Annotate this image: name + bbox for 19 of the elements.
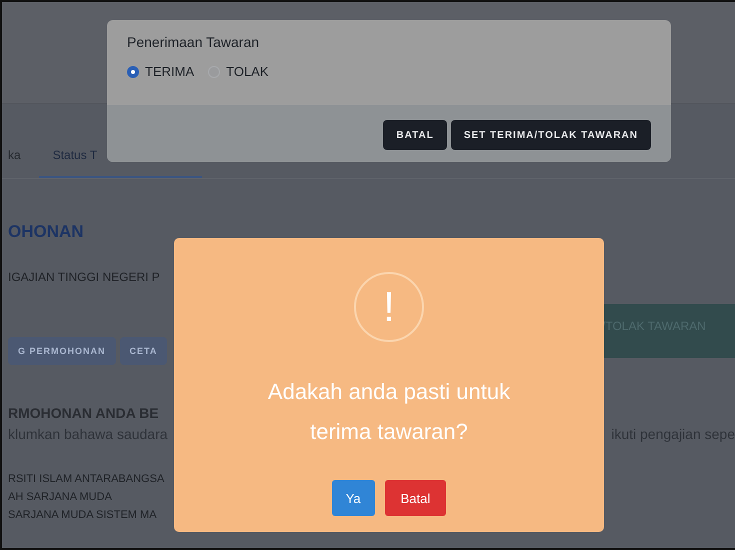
dialog-button[interactable]: Ya [332, 480, 375, 516]
dialog-button[interactable]: Batal [384, 480, 446, 516]
institution-name: IGAJIAN TINGGI NEGERI P [8, 270, 160, 284]
page-button[interactable]: G PERMOHONAN [8, 337, 116, 365]
radio-icon[interactable] [127, 66, 139, 78]
warning-icon: ! [354, 272, 424, 342]
detail-line: AH SARJANA MUDA [8, 490, 112, 505]
confirm-message: Adakah anda pasti untuk terima tawaran? [266, 378, 512, 446]
radio-label: TERIMA [145, 64, 194, 79]
section-title: OHONAN [8, 222, 85, 242]
radio-label: TOLAK [226, 64, 269, 79]
page-button[interactable]: CETA [120, 337, 168, 365]
detail-line: RSITI ISLAM ANTARABANGSA [8, 472, 164, 487]
dialog-button[interactable]: SET TERIMA/TOLAK TAWARAN [450, 120, 651, 150]
radio-option[interactable]: TERIMA [127, 64, 194, 79]
radio-option[interactable]: TOLAK [208, 64, 269, 79]
dialog-button[interactable]: BATAL [383, 120, 447, 150]
detail-line: SARJANA MUDA SISTEM MA [8, 508, 157, 523]
dialog-title: Penerimaan Tawaran [127, 34, 260, 50]
